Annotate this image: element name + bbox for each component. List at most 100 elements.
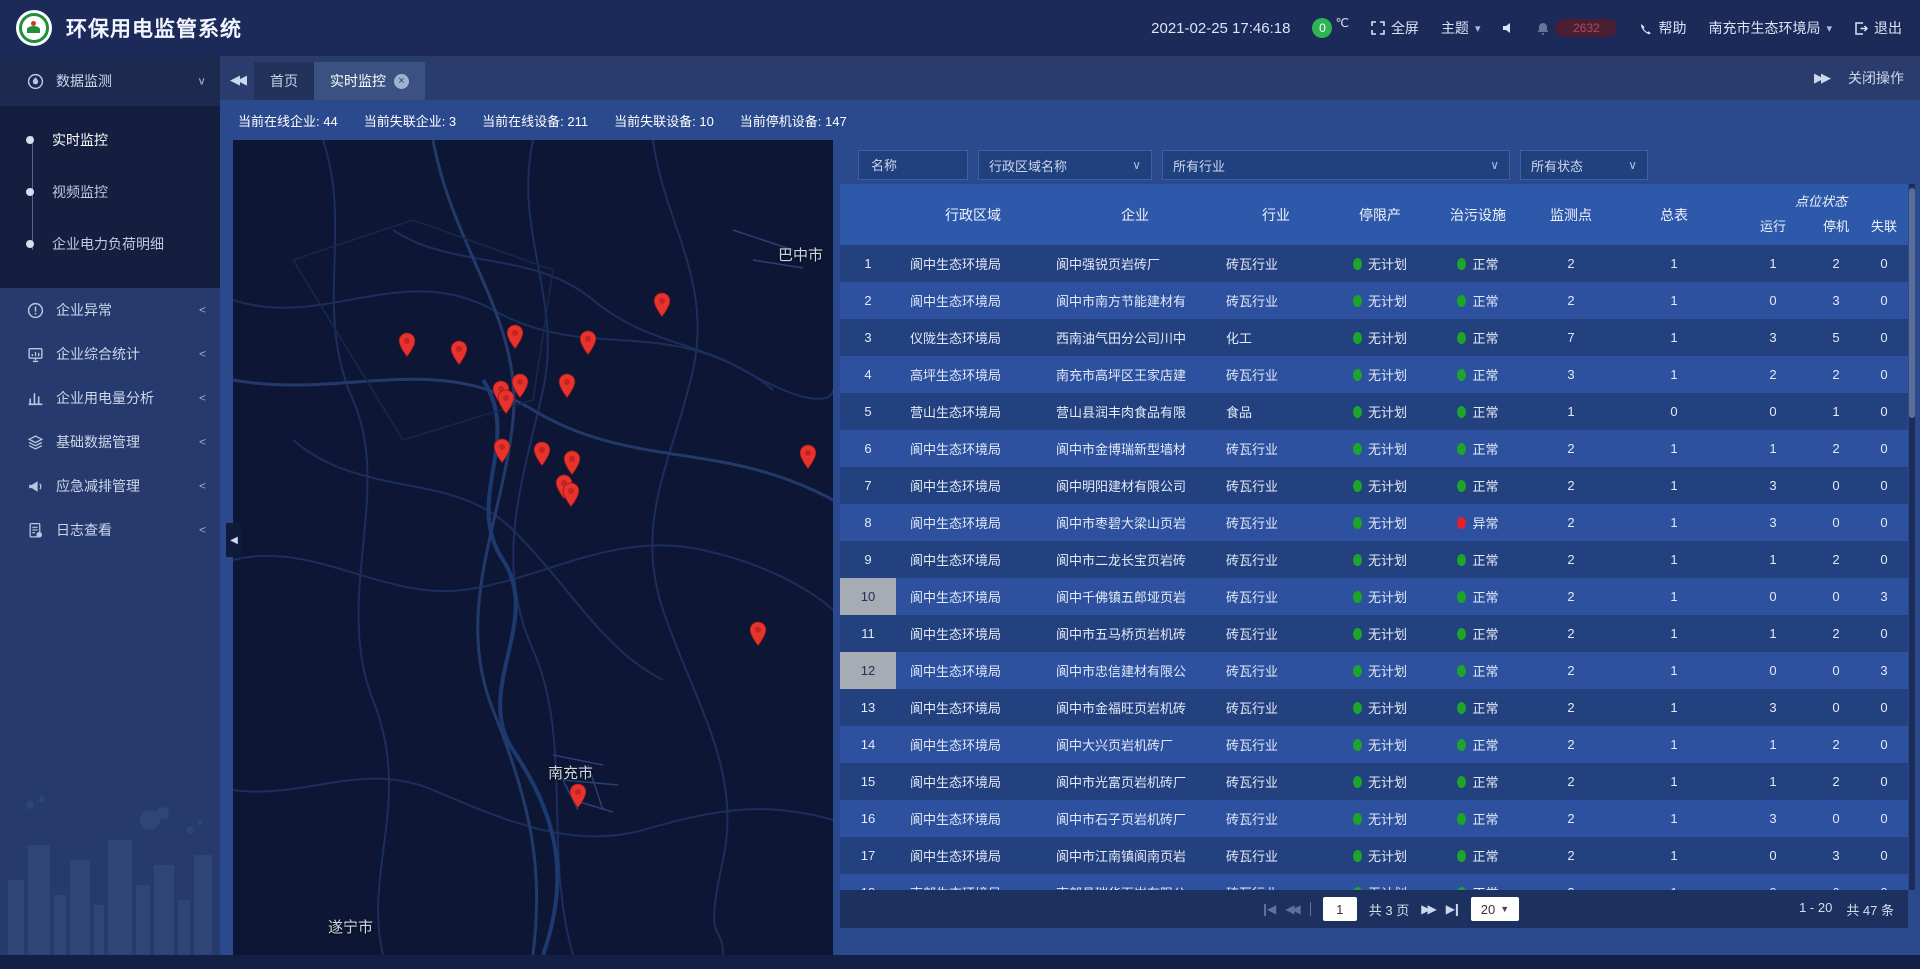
table-row[interactable]: 15阆中生态环境局阆中市光富页岩机砖厂砖瓦行业无计划正常21120: [840, 763, 1908, 800]
tabs-scroll-left-icon[interactable]: ◀◀: [230, 72, 244, 88]
sidebar-item-基础数据管理[interactable]: 基础数据管理<: [0, 420, 220, 464]
table-row[interactable]: 16阆中生态环境局阆中市石子页岩机砖厂砖瓦行业无计划正常21300: [840, 800, 1908, 837]
sidebar-item-日志查看[interactable]: 日志查看<: [0, 508, 220, 552]
cell-industry: 砖瓦行业: [1220, 430, 1332, 467]
cell-stop: 0: [1812, 800, 1860, 837]
cell-points: 2: [1528, 504, 1614, 541]
cell-meters: 1: [1614, 763, 1734, 800]
table-row[interactable]: 4高坪生态环境局南充市高坪区王家店建砖瓦行业无计划正常31220: [840, 356, 1908, 393]
cell-run: 1: [1734, 245, 1812, 282]
sidebar-subitem-实时监控[interactable]: 实时监控: [0, 114, 220, 166]
table-row[interactable]: 12阆中生态环境局阆中市忠信建材有限公砖瓦行业无计划正常21003: [840, 652, 1908, 689]
name-input[interactable]: [869, 157, 957, 174]
map-pin[interactable]: [450, 340, 468, 366]
scrollbar-thumb[interactable]: [1909, 188, 1915, 418]
sidebar-item-label: 应急减排管理: [56, 476, 199, 496]
map-pin[interactable]: [506, 324, 524, 350]
table-row[interactable]: 2阆中生态环境局阆中市南方节能建材有砖瓦行业无计划正常21030: [840, 282, 1908, 319]
table-row[interactable]: 5营山生态环境局营山县润丰肉食品有限食品无计划正常10010: [840, 393, 1908, 430]
cell-stop: 0: [1812, 578, 1860, 615]
status-dot-icon: [1353, 295, 1362, 307]
first-page-icon[interactable]: ❙◀: [1260, 902, 1273, 916]
sidebar-collapse-handle[interactable]: ◀: [226, 523, 242, 557]
page-number-input[interactable]: 1: [1323, 897, 1357, 921]
cell-lost: 3: [1860, 578, 1908, 615]
map-pin[interactable]: [749, 621, 767, 647]
status-dot-icon: [1457, 554, 1466, 566]
tabs-scroll-right-icon[interactable]: ▶▶: [1814, 70, 1828, 86]
bell-icon: [1537, 22, 1549, 35]
map-pin[interactable]: [497, 389, 515, 415]
map-pin[interactable]: [563, 450, 581, 476]
chevron-left-icon: <: [199, 304, 206, 317]
sidebar-item-数据监测[interactable]: 数据监测∨: [0, 56, 220, 106]
tab-close-icon[interactable]: ×: [394, 74, 409, 89]
status-filter-select[interactable]: 所有状态 ∨: [1520, 150, 1648, 180]
status-dot-icon: [1353, 776, 1362, 788]
cell-industry: 砖瓦行业: [1220, 282, 1332, 319]
status-dot-icon: [1353, 850, 1362, 862]
cell-rowno: 14: [840, 726, 896, 763]
chevron-left-icon: <: [199, 348, 206, 361]
status-dot-icon: [1353, 702, 1362, 714]
table-row[interactable]: 14阆中生态环境局阆中大兴页岩机砖厂砖瓦行业无计划正常21120: [840, 726, 1908, 763]
cell-points: 3: [1528, 356, 1614, 393]
map-pin[interactable]: [558, 373, 576, 399]
sidebar-item-企业异常[interactable]: 企业异常<: [0, 288, 220, 332]
table-row[interactable]: 3仪陇生态环境局西南油气田分公司川中化工无计划正常71350: [840, 319, 1908, 356]
tab-实时监控[interactable]: 实时监控×: [314, 62, 425, 100]
theme-dropdown[interactable]: 主题 ▾: [1441, 18, 1481, 38]
notification-area[interactable]: 2632: [1537, 19, 1617, 37]
table-row[interactable]: 1阆中生态环境局阆中强锐页岩砖厂砖瓦行业无计划正常21120: [840, 245, 1908, 282]
cell-points: 2: [1528, 430, 1614, 467]
cell-run: 0: [1734, 578, 1812, 615]
map-pin[interactable]: [569, 783, 587, 809]
prev-page-icon[interactable]: ◀◀: [1285, 902, 1297, 916]
tab-首页[interactable]: 首页: [254, 62, 314, 100]
region-filter-select[interactable]: 行政区域名称 ∨: [978, 150, 1152, 180]
cell-limit-status: 无计划: [1332, 800, 1428, 837]
logout-button[interactable]: 退出: [1854, 18, 1902, 38]
map-pin[interactable]: [579, 330, 597, 356]
table-row[interactable]: 10阆中生态环境局阆中千佛镇五郎垭页岩砖瓦行业无计划正常21003: [840, 578, 1908, 615]
map-pin[interactable]: [799, 444, 817, 470]
table-row[interactable]: 11阆中生态环境局阆中市五马桥页岩机砖砖瓦行业无计划正常21120: [840, 615, 1908, 652]
industry-filter-select[interactable]: 所有行业 ∨: [1162, 150, 1510, 180]
name-filter-input[interactable]: [858, 150, 968, 180]
close-operations-button[interactable]: 关闭操作: [1848, 68, 1904, 88]
sidebar: 数据监测∨ 实时监控视频监控企业电力负荷明细企业异常<企业综合统计<企业用电量分析…: [0, 56, 220, 955]
help-button[interactable]: 帮助: [1639, 18, 1686, 38]
table-row[interactable]: 18南部生态环境局南部县瑞华页岩有限公砖瓦行业无计划正常21060: [840, 874, 1908, 890]
sidebar-item-企业综合统计[interactable]: 企业综合统计<: [0, 332, 220, 376]
table-row[interactable]: 17阆中生态环境局阆中市江南镇阆南页岩砖瓦行业无计划正常21030: [840, 837, 1908, 874]
last-page-icon[interactable]: ▶❙: [1446, 902, 1459, 916]
table-scrollbar[interactable]: [1909, 184, 1915, 890]
map-pin[interactable]: [533, 441, 551, 467]
table-row[interactable]: 13阆中生态环境局阆中市金福旺页岩机砖砖瓦行业无计划正常21300: [840, 689, 1908, 726]
status-dot-icon: [1353, 332, 1362, 344]
map-pin[interactable]: [562, 482, 580, 508]
sidebar-subitem-企业电力负荷明细[interactable]: 企业电力负荷明细: [0, 218, 220, 270]
table-row[interactable]: 6阆中生态环境局阆中市金博瑞新型墙材砖瓦行业无计划正常21120: [840, 430, 1908, 467]
map-pin[interactable]: [398, 332, 416, 358]
next-page-icon[interactable]: ▶▶: [1421, 902, 1433, 916]
status-dot-icon: [1457, 591, 1466, 603]
map-pin[interactable]: [493, 438, 511, 464]
cell-facility-status: 正常: [1428, 837, 1528, 874]
table-row[interactable]: 7阆中生态环境局阆中明阳建材有限公司砖瓦行业无计划正常21300: [840, 467, 1908, 504]
table-row[interactable]: 9阆中生态环境局阆中市二龙长宝页岩砖砖瓦行业无计划正常21120: [840, 541, 1908, 578]
header-停限产: 停限产: [1332, 184, 1428, 245]
fullscreen-button[interactable]: 全屏: [1371, 18, 1419, 38]
chevron-left-icon: <: [199, 524, 206, 537]
org-dropdown[interactable]: 南充市生态环境局 ▾: [1708, 18, 1832, 38]
sidebar-item-应急减排管理[interactable]: 应急减排管理<: [0, 464, 220, 508]
table-row[interactable]: 8阆中生态环境局阆中市枣碧大梁山页岩砖瓦行业无计划异常21300: [840, 504, 1908, 541]
map-pin[interactable]: [653, 292, 671, 318]
mute-button[interactable]: [1502, 22, 1515, 34]
cell-stop: 2: [1812, 726, 1860, 763]
chevron-down-icon: ▼: [1500, 904, 1509, 914]
page-size-select[interactable]: 20 ▼: [1471, 897, 1519, 921]
cell-stop: 0: [1812, 467, 1860, 504]
sidebar-subitem-视频监控[interactable]: 视频监控: [0, 166, 220, 218]
sidebar-item-企业用电量分析[interactable]: 企业用电量分析<: [0, 376, 220, 420]
